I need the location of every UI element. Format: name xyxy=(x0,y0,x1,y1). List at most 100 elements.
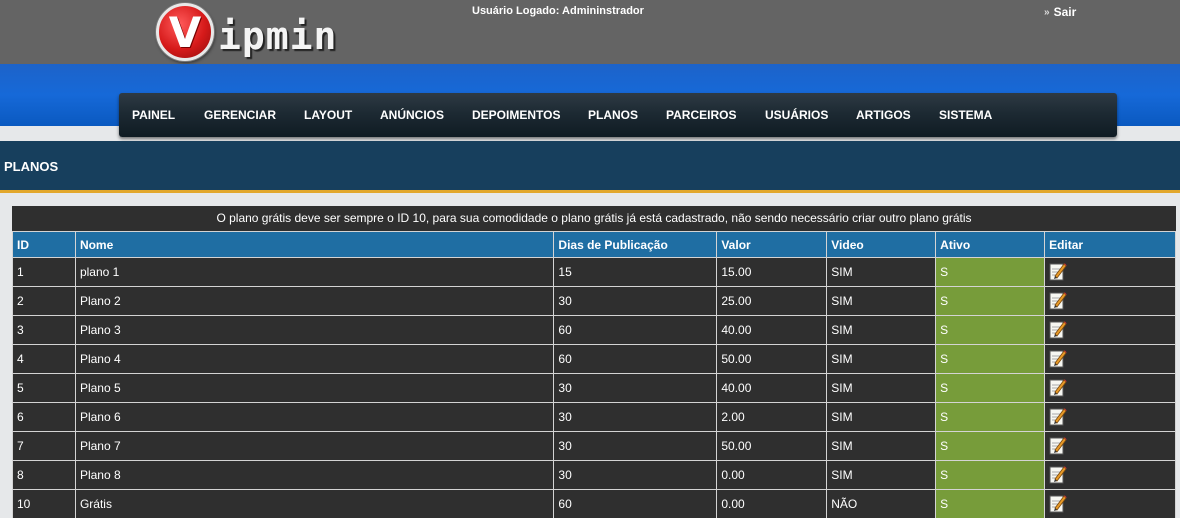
cell-editar xyxy=(1044,344,1176,374)
table-row: 5 Plano 5 30 40.00 SIM S xyxy=(12,373,1176,403)
cell-video: SIM xyxy=(826,373,937,403)
cell-editar xyxy=(1044,257,1176,287)
cell-editar xyxy=(1044,373,1176,403)
logout-link[interactable]: » Sair xyxy=(1044,5,1076,19)
table-row: 8 Plano 8 30 0.00 SIM S xyxy=(12,460,1176,490)
table-row: 7 Plano 7 30 50.00 SIM S xyxy=(12,431,1176,461)
cell-dias: 30 xyxy=(553,402,718,432)
cell-id: 7 xyxy=(12,431,76,461)
cell-valor: 25.00 xyxy=(716,286,828,316)
edit-icon[interactable] xyxy=(1049,319,1067,342)
cell-editar xyxy=(1044,315,1176,345)
cell-ativo: S xyxy=(935,315,1046,345)
edit-icon[interactable] xyxy=(1049,348,1067,371)
cell-nome: plano 1 xyxy=(74,257,555,287)
table-row: 6 Plano 6 30 2.00 SIM S xyxy=(12,402,1176,432)
cell-id: 8 xyxy=(12,460,76,490)
section-header: PLANOS xyxy=(0,141,1180,193)
edit-icon[interactable] xyxy=(1049,261,1067,284)
menu-item-anuncios[interactable]: ANÚNCIOS xyxy=(380,93,444,137)
cell-ativo: S xyxy=(935,257,1046,287)
cell-nome: Grátis xyxy=(74,489,555,518)
cell-id: 1 xyxy=(12,257,76,287)
cell-valor: 15.00 xyxy=(716,257,828,287)
cell-valor: 50.00 xyxy=(716,431,828,461)
cell-valor: 0.00 xyxy=(716,460,828,490)
cell-nome: Plano 4 xyxy=(74,344,555,374)
menu-item-planos[interactable]: PLANOS xyxy=(588,93,638,137)
edit-icon[interactable] xyxy=(1049,406,1067,429)
cell-nome: Plano 6 xyxy=(74,402,555,432)
cell-id: 4 xyxy=(12,344,76,374)
free-plan-notice: O plano grátis deve ser sempre o ID 10, … xyxy=(216,211,972,225)
cell-video: SIM xyxy=(826,460,937,490)
cell-editar xyxy=(1044,431,1176,461)
cell-id: 2 xyxy=(12,286,76,316)
top-header: V ipmin Usuário Logado: Admininstrador »… xyxy=(0,0,1180,64)
cell-valor: 0.00 xyxy=(716,489,828,518)
column-header-editar: Editar xyxy=(1044,231,1176,258)
logo-text: ipmin xyxy=(218,14,338,58)
vipmin-logo[interactable]: V ipmin xyxy=(156,2,337,62)
column-header-video: Video xyxy=(826,231,937,258)
column-header-ativo: Ativo xyxy=(935,231,1046,258)
cell-video: SIM xyxy=(826,431,937,461)
logged-user-label: Usuário Logado: Admininstrador xyxy=(472,5,644,17)
menu-item-usuarios[interactable]: USUÁRIOS xyxy=(765,93,828,137)
edit-icon[interactable] xyxy=(1049,377,1067,400)
cell-editar xyxy=(1044,286,1176,316)
column-header-id: ID xyxy=(12,231,76,258)
cell-dias: 60 xyxy=(553,489,718,518)
cell-editar xyxy=(1044,489,1176,518)
cell-dias: 30 xyxy=(553,431,718,461)
cell-video: SIM xyxy=(826,257,937,287)
edit-icon[interactable] xyxy=(1049,290,1067,313)
cell-dias: 60 xyxy=(553,315,718,345)
menu-item-artigos[interactable]: ARTIGOS xyxy=(856,93,911,137)
cell-ativo: S xyxy=(935,431,1046,461)
cell-id: 5 xyxy=(12,373,76,403)
cell-valor: 50.00 xyxy=(716,344,828,374)
edit-icon[interactable] xyxy=(1049,435,1067,458)
cell-ativo: S xyxy=(935,286,1046,316)
cell-ativo: S xyxy=(935,344,1046,374)
edit-icon[interactable] xyxy=(1049,464,1067,487)
table-row: 3 Plano 3 60 40.00 SIM S xyxy=(12,315,1176,345)
column-header-dias: Dias de Publicação xyxy=(553,231,718,258)
cell-dias: 30 xyxy=(553,373,718,403)
edit-icon[interactable] xyxy=(1049,493,1067,516)
table-row: 10 Grátis 60 0.00 NÃO S xyxy=(12,489,1176,518)
table-row: 4 Plano 4 60 50.00 SIM S xyxy=(12,344,1176,374)
cell-nome: Plano 8 xyxy=(74,460,555,490)
menu-item-layout[interactable]: LAYOUT xyxy=(304,93,352,137)
column-header-valor: Valor xyxy=(716,231,828,258)
logo-letter: V xyxy=(168,8,202,57)
cell-video: NÃO xyxy=(826,489,937,518)
cell-id: 6 xyxy=(12,402,76,432)
menu-item-depoimentos[interactable]: DEPOIMENTOS xyxy=(472,93,560,137)
plans-table-panel: O plano grátis deve ser sempre o ID 10, … xyxy=(12,206,1176,518)
table-row: 1 plano 1 15 15.00 SIM S xyxy=(12,257,1176,287)
menu-item-sistema[interactable]: SISTEMA xyxy=(939,93,992,137)
cell-editar xyxy=(1044,460,1176,490)
menu-item-gerenciar[interactable]: GERENCIAR xyxy=(204,93,276,137)
cell-video: SIM xyxy=(826,402,937,432)
cell-nome: Plano 2 xyxy=(74,286,555,316)
menu-item-painel[interactable]: PAINEL xyxy=(132,93,175,137)
chevron-right-icon: » xyxy=(1044,6,1050,18)
cell-video: SIM xyxy=(826,315,937,345)
cell-id: 3 xyxy=(12,315,76,345)
logout-label: Sair xyxy=(1053,5,1077,19)
main-menu: PAINEL GERENCIAR LAYOUT ANÚNCIOS DEPOIME… xyxy=(119,93,1117,137)
cell-dias: 30 xyxy=(553,460,718,490)
table-row: 2 Plano 2 30 25.00 SIM S xyxy=(12,286,1176,316)
cell-ativo: S xyxy=(935,373,1046,403)
cell-dias: 15 xyxy=(553,257,718,287)
cell-ativo: S xyxy=(935,489,1046,518)
cell-dias: 30 xyxy=(553,286,718,316)
page-title: PLANOS xyxy=(4,159,59,174)
cell-valor: 2.00 xyxy=(716,402,828,432)
cell-nome: Plano 3 xyxy=(74,315,555,345)
menu-item-parceiros[interactable]: PARCEIROS xyxy=(666,93,736,137)
cell-id: 10 xyxy=(12,489,76,518)
